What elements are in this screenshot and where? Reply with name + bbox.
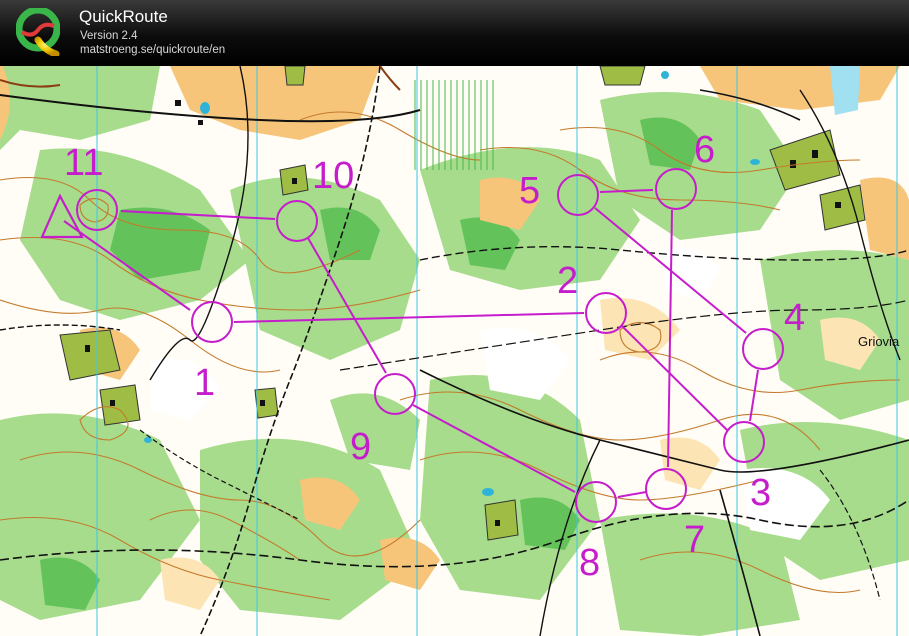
control-number-11: 11	[64, 142, 103, 184]
quickroute-logo-icon	[16, 8, 60, 56]
control-number-9: 9	[350, 426, 371, 468]
control-number-5: 5	[519, 170, 540, 212]
place-name: Griovia	[858, 334, 900, 349]
orienteering-map[interactable]: Griovia 1 2 3 4 5 6 7 8 9 10 11	[0, 66, 909, 636]
app-url[interactable]: matstroeng.se/quickroute/en	[80, 44, 225, 56]
control-number-7: 7	[684, 519, 705, 561]
control-number-8: 8	[579, 542, 600, 584]
app-version: Version 2.4	[80, 30, 138, 42]
control-number-2: 2	[557, 260, 578, 302]
control-number-4: 4	[784, 297, 805, 339]
control-number-1: 1	[194, 362, 215, 404]
app-title: QuickRoute	[79, 7, 168, 26]
control-number-10: 10	[312, 155, 354, 197]
control-number-3: 3	[750, 472, 771, 514]
map-canvas[interactable]: Griovia 1 2 3 4 5 6 7 8 9 10 11	[0, 66, 909, 636]
title-bar: QuickRoute Version 2.4 matstroeng.se/qui…	[0, 0, 909, 67]
control-number-6: 6	[694, 129, 715, 171]
